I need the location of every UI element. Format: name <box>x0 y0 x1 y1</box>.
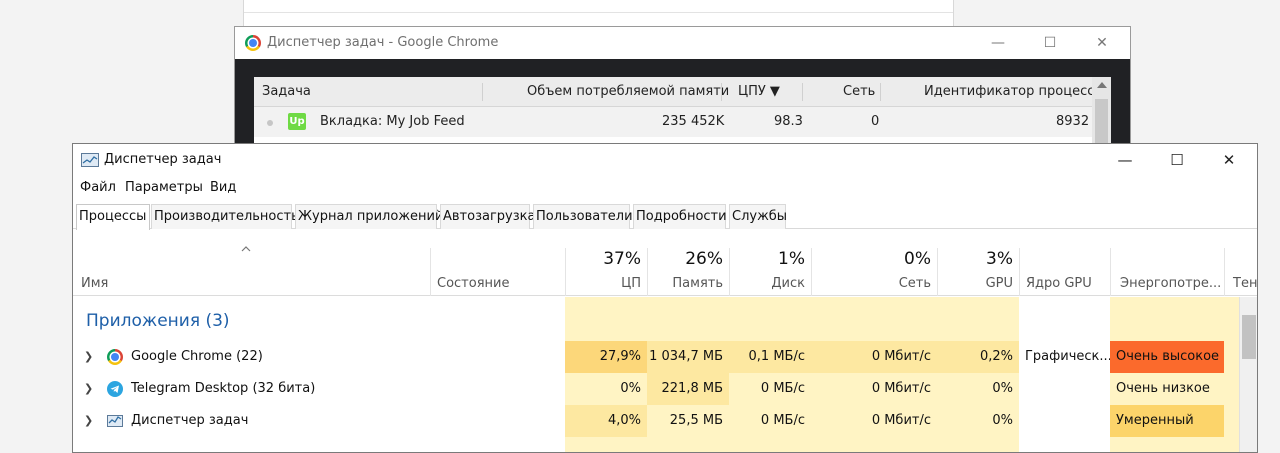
column-memory[interactable]: Память <box>653 276 723 291</box>
upwork-icon: Up <box>288 113 306 130</box>
cpu-total: 37% <box>603 249 641 269</box>
menu-options[interactable]: Параметры <box>125 180 203 195</box>
process-row-task-manager[interactable]: ❯ Диспетчер задач 4,0% 25,5 МБ 0 МБ/с 0 … <box>73 405 1257 437</box>
memory-cell: 221,8 МБ <box>647 373 729 405</box>
chrome-tm-title: Диспетчер задач - Google Chrome <box>267 35 499 50</box>
row-memory: 235 452K <box>662 114 725 129</box>
memory-cell: 1 034,7 МБ <box>647 341 729 373</box>
process-list-scrollbar[interactable] <box>1239 297 1257 452</box>
row-pid: 8932 <box>1056 114 1090 129</box>
disk-total: 1% <box>778 249 805 269</box>
column-name[interactable]: Имя <box>81 276 108 291</box>
memory-cell: 25,5 МБ <box>647 405 729 437</box>
table-row[interactable]: Up Вкладка: My Job Feed 235 452K 98.3 0 … <box>254 107 1092 137</box>
column-task[interactable]: Задача <box>262 84 311 99</box>
chevron-right-icon[interactable]: ❯ <box>84 382 93 395</box>
row-network: 0 <box>871 114 880 129</box>
window-title: Диспетчер задач <box>104 152 222 167</box>
process-list: Приложения (3) ❯ Google Chrome (22) 27,9… <box>73 297 1257 452</box>
column-memory[interactable]: Объем потребляемой памяти <box>527 84 729 99</box>
cpu-cell: 0% <box>565 373 647 405</box>
process-name: Google Chrome (22) <box>131 349 263 364</box>
cpu-cell: 4,0% <box>565 405 647 437</box>
minimize-button[interactable]: — <box>975 27 1021 59</box>
menu-view[interactable]: Вид <box>210 180 236 195</box>
gpu-cell: 0% <box>937 405 1019 437</box>
group-apps[interactable]: Приложения (3) <box>86 311 230 331</box>
gpu-cell: 0% <box>937 373 1019 405</box>
power-cell: Умеренный <box>1110 405 1224 437</box>
telegram-icon <box>107 381 123 397</box>
column-cpu[interactable]: ЦПУ ▼ <box>738 84 780 99</box>
background-window <box>243 0 954 28</box>
tab-startup[interactable]: Автозагрузка <box>440 204 535 229</box>
row-cpu: 98.3 <box>774 114 803 129</box>
power-cell: Очень низкое <box>1110 373 1224 405</box>
chrome-icon <box>107 349 123 365</box>
gpu-engine-cell: Графическ... <box>1019 341 1112 373</box>
column-disk[interactable]: Диск <box>753 276 805 291</box>
tab-app-history[interactable]: Журнал приложений <box>295 204 443 229</box>
network-cell: 0 Мбит/с <box>811 341 937 373</box>
process-row-telegram[interactable]: ❯ Telegram Desktop (32 бита) 0% 221,8 МБ… <box>73 373 1257 405</box>
chrome-tm-titlebar: Диспетчер задач - Google Chrome — ☐ ✕ <box>235 27 1130 59</box>
gpu-engine-cell <box>1019 373 1110 405</box>
row-task: Вкладка: My Job Feed <box>320 114 465 129</box>
chrome-tm-header: Задача Объем потребляемой памяти ЦПУ ▼ С… <box>254 77 1102 107</box>
chrome-task-manager-window: Диспетчер задач - Google Chrome — ☐ ✕ За… <box>234 26 1131 157</box>
task-manager-window: Диспетчер задач — ☐ ✕ Файл Параметры Вид… <box>72 143 1258 453</box>
tab-services[interactable]: Службы <box>729 204 787 229</box>
chevron-right-icon[interactable]: ❯ <box>84 414 93 427</box>
tab-users[interactable]: Пользователи <box>533 204 633 229</box>
close-button[interactable]: ✕ <box>1203 144 1255 176</box>
scroll-thumb[interactable] <box>1242 315 1256 359</box>
cpu-cell: 27,9% <box>565 341 647 373</box>
task-manager-icon <box>107 413 123 429</box>
column-power-trend[interactable]: Тен <box>1233 276 1257 291</box>
disk-cell: 0 МБ/с <box>729 373 811 405</box>
chrome-icon <box>245 35 261 51</box>
tab-processes[interactable]: Процессы <box>76 204 150 230</box>
memory-total: 26% <box>685 249 723 269</box>
gpu-total: 3% <box>986 249 1013 269</box>
task-manager-icon <box>81 153 99 167</box>
menu-file[interactable]: Файл <box>80 180 116 195</box>
disk-cell: 0,1 МБ/с <box>729 341 811 373</box>
network-total: 0% <box>904 249 931 269</box>
tab-details[interactable]: Подробности <box>633 204 727 229</box>
column-header: Имя Состояние 37% ЦП 26% Память 1% Диск … <box>73 230 1257 296</box>
process-row-chrome[interactable]: ❯ Google Chrome (22) 27,9% 1 034,7 МБ 0,… <box>73 341 1257 373</box>
process-name: Диспетчер задач <box>131 413 249 428</box>
chevron-right-icon[interactable]: ❯ <box>84 350 93 363</box>
column-cpu[interactable]: ЦП <box>593 276 641 291</box>
minimize-button[interactable]: — <box>1099 144 1151 176</box>
column-network[interactable]: Сеть <box>873 276 931 291</box>
power-cell: Очень высокое <box>1110 341 1224 373</box>
scroll-up-icon[interactable] <box>1097 82 1107 88</box>
tab-performance[interactable]: Производительность <box>151 204 299 229</box>
column-gpu[interactable]: GPU <box>963 276 1013 291</box>
column-power[interactable]: Энергопотре... <box>1120 276 1221 291</box>
network-cell: 0 Мбит/с <box>811 373 937 405</box>
column-status[interactable]: Состояние <box>437 276 509 291</box>
column-pid[interactable]: Идентификатор процесса <box>924 84 1102 99</box>
sort-ascending-icon[interactable] <box>241 246 251 252</box>
network-cell: 0 Мбит/с <box>811 405 937 437</box>
gpu-engine-cell <box>1019 405 1110 437</box>
tab-strip: Процессы Производительность Журнал прило… <box>73 204 1257 230</box>
column-gpu-engine[interactable]: Ядро GPU <box>1026 276 1092 291</box>
process-name: Telegram Desktop (32 бита) <box>131 381 316 396</box>
disk-cell: 0 МБ/с <box>729 405 811 437</box>
close-button[interactable]: ✕ <box>1079 27 1125 59</box>
column-network[interactable]: Сеть <box>843 84 875 99</box>
gpu-cell: 0,2% <box>937 341 1019 373</box>
maximize-button[interactable]: ☐ <box>1151 144 1203 176</box>
status-dot <box>267 120 273 126</box>
maximize-button[interactable]: ☐ <box>1027 27 1073 59</box>
